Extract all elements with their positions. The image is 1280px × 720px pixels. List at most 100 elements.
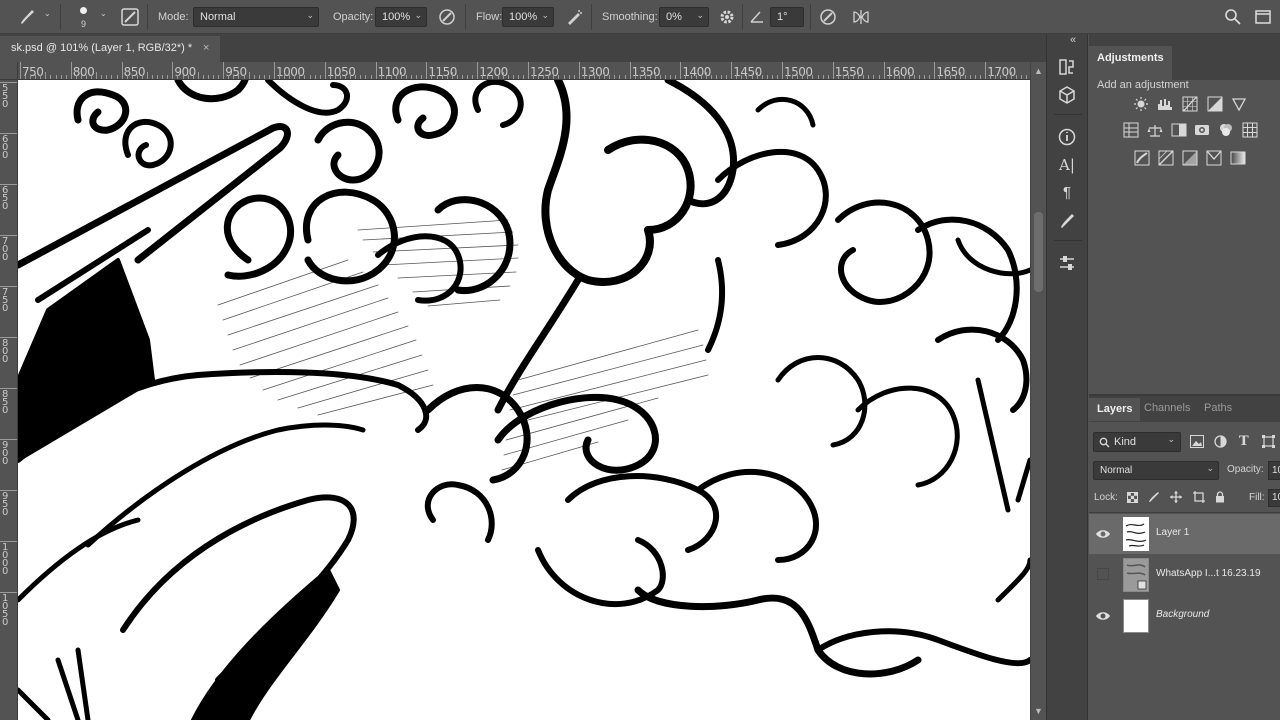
brush-preset-picker[interactable]: 9: [74, 4, 96, 32]
eye-icon[interactable]: [1095, 608, 1111, 624]
posterize-icon[interactable]: [1158, 150, 1174, 166]
ruler-minor-tick: [705, 72, 707, 79]
document-canvas[interactable]: [18, 80, 1030, 720]
curves-icon[interactable]: [1182, 96, 1198, 112]
panel-icon-strip: « A| ¶: [1046, 34, 1088, 720]
image-filter-icon[interactable]: [1190, 435, 1204, 448]
gradient-map-icon[interactable]: [1230, 150, 1246, 166]
tab-adjustments[interactable]: Adjustments: [1089, 46, 1172, 80]
type-filter-icon[interactable]: T: [1239, 434, 1249, 449]
ruler-minor-tick: [802, 75, 804, 79]
3d-icon[interactable]: [1056, 84, 1078, 106]
ruler-minor-tick: [863, 75, 865, 79]
layer-row-whatsapp[interactable]: WhatsApp I...t 16.23.19: [1089, 555, 1280, 595]
character-icon[interactable]: A|: [1056, 154, 1078, 176]
lock-all-icon[interactable]: [1215, 491, 1225, 503]
info-icon[interactable]: [1056, 126, 1078, 148]
ruler-tick: [578, 62, 580, 79]
ruler-minor-tick: [106, 75, 108, 79]
vibrance-icon[interactable]: [1231, 96, 1247, 112]
vertical-ruler[interactable]: 5 5 0 6 0 0 6 5 0 7 0 0 7 5 0 8 0 0 8 5 0 9 0 0…: [0, 80, 18, 720]
chevron-down-icon[interactable]: ⌄: [44, 9, 51, 18]
properties-icon[interactable]: [1056, 252, 1078, 274]
eye-icon[interactable]: [1095, 526, 1111, 542]
visibility-toggle[interactable]: [1097, 568, 1109, 580]
vertical-scrollbar[interactable]: ▲ ▼: [1030, 62, 1046, 720]
ruler-minor-tick: [507, 75, 509, 79]
flow-input[interactable]: 100% ⌄: [502, 7, 554, 27]
ruler-minor-tick: [817, 75, 819, 79]
smoothing-input[interactable]: 0% ⌄: [659, 7, 709, 27]
lock-position-icon[interactable]: [1170, 491, 1182, 503]
pressure-size-icon[interactable]: [818, 7, 838, 27]
ruler-tick: [883, 62, 885, 79]
black-white-icon[interactable]: [1171, 122, 1187, 138]
channel-mixer-icon[interactable]: [1218, 122, 1234, 138]
ruler-minor-tick: [456, 75, 458, 79]
selective-color-icon[interactable]: [1206, 150, 1222, 166]
ruler-minor-tick: [837, 75, 839, 79]
invert-icon[interactable]: [1134, 150, 1150, 166]
brightness-contrast-icon[interactable]: [1133, 96, 1149, 112]
document-tab[interactable]: sk.psd @ 101% (Layer 1, RGB/32*) * ×: [0, 36, 220, 62]
chevron-down-icon[interactable]: ⌄: [100, 9, 107, 18]
flow-label: Flow:: [476, 11, 503, 23]
brush-settings-icon[interactable]: [120, 7, 140, 27]
brush-tool-icon[interactable]: [17, 7, 37, 27]
ruler-minor-tick: [670, 75, 672, 79]
opacity-input[interactable]: 100% ⌄: [375, 7, 427, 27]
chevron-up-icon[interactable]: ▲: [1034, 66, 1043, 76]
mode-select[interactable]: Normal ⌄: [193, 7, 319, 27]
ruler-minor-tick: [599, 75, 601, 79]
workspace-icon[interactable]: [1253, 7, 1273, 27]
levels-icon[interactable]: [1157, 96, 1173, 112]
lock-transparent-icon[interactable]: [1127, 492, 1138, 503]
ruler-minor-tick: [238, 75, 240, 79]
adjustment-filter-icon[interactable]: [1214, 435, 1227, 448]
chevron-down-icon: ⌄: [414, 10, 422, 20]
paragraph-icon[interactable]: ¶: [1056, 182, 1078, 204]
ruler-minor-tick: [213, 75, 215, 79]
layer-row-layer-1[interactable]: Layer 1: [1089, 514, 1280, 554]
ruler-minor-tick: [319, 75, 321, 79]
lock-pixels-icon[interactable]: [1148, 491, 1160, 503]
color-balance-icon[interactable]: [1147, 122, 1163, 138]
fill-input[interactable]: 10: [1268, 489, 1280, 507]
blend-mode-select[interactable]: Normal ⌄: [1093, 461, 1219, 480]
ruler-minor-tick: [771, 75, 773, 79]
tab-channels[interactable]: Channels: [1144, 402, 1190, 414]
chevron-down-icon[interactable]: ▼: [1034, 706, 1043, 716]
ruler-minor-tick: [421, 75, 423, 79]
symmetry-icon[interactable]: [851, 7, 871, 27]
close-icon[interactable]: ×: [203, 42, 209, 54]
scroll-thumb[interactable]: [1034, 212, 1043, 292]
brush-size-value: 9: [81, 19, 87, 29]
ruler-minor-tick: [80, 75, 82, 79]
document-tab-bar: sk.psd @ 101% (Layer 1, RGB/32*) * ×: [0, 34, 1046, 62]
exposure-icon[interactable]: [1207, 96, 1223, 112]
search-icon[interactable]: [1223, 7, 1243, 27]
collapse-icon[interactable]: «: [1070, 34, 1076, 46]
layer-filter-select[interactable]: Kind ⌄: [1093, 432, 1181, 452]
threshold-icon[interactable]: [1182, 150, 1198, 166]
brush-settings-icon[interactable]: [1056, 210, 1078, 232]
gear-icon[interactable]: [717, 7, 737, 27]
layer-opacity-input[interactable]: 10: [1268, 461, 1280, 480]
pressure-opacity-icon[interactable]: [437, 7, 457, 27]
airbrush-icon[interactable]: [564, 7, 584, 27]
lock-artboard-icon[interactable]: [1193, 491, 1205, 503]
photo-filter-icon[interactable]: [1194, 122, 1210, 138]
shape-filter-icon[interactable]: [1262, 435, 1275, 448]
ruler-minor-tick: [243, 75, 245, 79]
angle-input[interactable]: 1°: [770, 7, 804, 27]
tab-paths[interactable]: Paths: [1204, 402, 1232, 414]
horizontal-ruler[interactable]: 750 800 850 900 950 1000 1050 1100 1150 1200 1250 1…: [18, 62, 1030, 80]
ruler-tick: [172, 62, 174, 79]
ruler-minor-tick: [86, 75, 88, 79]
ruler-minor-tick: [533, 75, 535, 79]
color-lookup-icon[interactable]: [1242, 122, 1258, 138]
tab-layers[interactable]: Layers: [1089, 398, 1141, 421]
history-icon[interactable]: [1056, 56, 1078, 78]
hue-saturation-icon[interactable]: [1123, 122, 1139, 138]
layer-row-background[interactable]: Background: [1089, 596, 1280, 636]
